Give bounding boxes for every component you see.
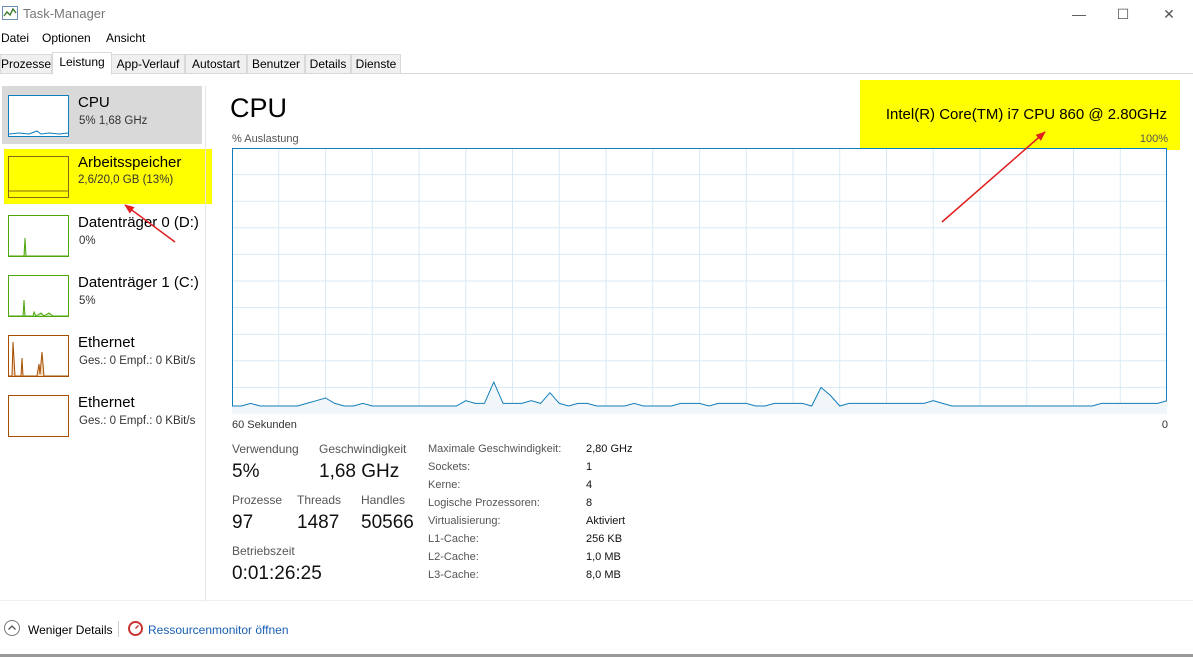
detail-value: 2,80 GHz — [586, 443, 633, 455]
sidebar-item-label: Ethernet — [78, 334, 135, 351]
sidebar-item-ethernet-2[interactable]: Ethernet Ges.: 0 Empf.: 0 KBit/s — [2, 386, 202, 444]
sidebar-item-label: Ethernet — [78, 394, 135, 411]
disk-1-thumbnail — [8, 275, 69, 317]
detail-label: Maximale Geschwindigkeit: — [428, 443, 562, 455]
processes-value: 97 — [232, 512, 254, 533]
page-title: CPU — [230, 93, 288, 123]
uptime-value: 0:01:26:25 — [232, 563, 322, 584]
sidebar-item-value: 0% — [79, 235, 96, 247]
sidebar-item-memory[interactable]: Arbeitsspeicher 2,6/20,0 GB (13%) — [4, 149, 212, 204]
speed-value: 1,68 GHz — [319, 461, 400, 482]
detail-label: L2-Cache: — [428, 551, 479, 563]
task-manager-app-icon — [2, 6, 18, 20]
sidebar-item-label: CPU — [78, 94, 110, 111]
detail-value: 1 — [586, 461, 593, 473]
sidebar-item-value: Ges.: 0 Empf.: 0 KBit/s — [79, 415, 196, 427]
detail-value: 256 KB — [586, 533, 623, 545]
processes-label: Prozesse — [232, 493, 283, 507]
sidebar-item-value: 5% — [79, 295, 96, 307]
maximize-icon: ☐ — [1116, 5, 1130, 22]
fewer-details-button[interactable]: Weniger Details — [28, 623, 112, 637]
detail-label: Kerne: — [428, 479, 461, 491]
detail-value: 8 — [586, 497, 593, 509]
handles-value: 50566 — [361, 512, 414, 533]
sidebar-item-value: Ges.: 0 Empf.: 0 KBit/s — [79, 355, 196, 367]
threads-value: 1487 — [297, 512, 340, 533]
open-resource-monitor-link[interactable]: Ressourcenmonitor öffnen — [148, 623, 289, 637]
sidebar-item-value: 5% 1,68 GHz — [79, 115, 148, 127]
resource-monitor-icon — [128, 621, 143, 636]
sidebar-item-label: Datenträger 1 (C:) — [78, 274, 199, 291]
sidebar-divider — [205, 86, 206, 602]
footer-divider — [0, 600, 1193, 601]
tab-benutzer[interactable]: Benutzer — [247, 54, 305, 74]
detail-value: Aktiviert — [586, 515, 626, 527]
uptime-label: Betriebszeit — [232, 544, 295, 558]
minimize-icon: — — [1072, 6, 1086, 22]
cpu-model-name: Intel(R) Core(TM) i7 CPU 860 @ 2.80GHz — [885, 106, 1167, 123]
menu-optionen[interactable]: Optionen — [42, 31, 91, 45]
cpu-thumbnail — [8, 95, 69, 137]
detail-value: 8,0 MB — [586, 569, 621, 581]
window-title: Task-Manager — [23, 6, 106, 21]
menu-ansicht[interactable]: Ansicht — [106, 31, 145, 45]
close-button[interactable]: ✕ — [1146, 2, 1192, 26]
cpu-utilization-chart — [232, 148, 1167, 414]
sidebar-item-cpu[interactable]: CPU 5% 1,68 GHz — [2, 86, 202, 144]
tab-leistung[interactable]: Leistung — [52, 52, 112, 75]
menu-datei[interactable]: Datei — [1, 31, 29, 45]
sidebar-item-ethernet-1[interactable]: Ethernet Ges.: 0 Empf.: 0 KBit/s — [2, 326, 202, 384]
ethernet-2-thumbnail — [8, 395, 69, 437]
utilization-label: % Auslastung — [232, 133, 299, 145]
sidebar-item-disk-0[interactable]: Datenträger 0 (D:) 0% — [2, 206, 202, 264]
memory-thumbnail — [8, 156, 69, 198]
detail-value: 4 — [586, 479, 593, 491]
sidebar-item-label: Arbeitsspeicher — [78, 154, 182, 171]
ethernet-1-thumbnail — [8, 335, 69, 377]
title-bar: Task-Manager — ☐ ✕ — [0, 0, 1193, 28]
threads-label: Threads — [297, 493, 342, 507]
chart-x-axis-start-label: 60 Sekunden — [232, 419, 297, 431]
close-icon: ✕ — [1163, 5, 1175, 22]
handles-label: Handles — [361, 493, 406, 507]
tab-prozesse[interactable]: Prozesse — [0, 54, 52, 74]
detail-label: Virtualisierung: — [428, 515, 501, 527]
detail-value: 1,0 MB — [586, 551, 621, 563]
sidebar-item-label: Datenträger 0 (D:) — [78, 214, 199, 231]
tab-app-verlauf[interactable]: App-Verlauf — [111, 54, 185, 74]
detail-label: L1-Cache: — [428, 533, 479, 545]
chart-x-axis-end-label: 0 — [1161, 419, 1168, 431]
tab-strip: Prozesse Leistung App-Verlauf Autostart … — [0, 52, 1193, 75]
minimize-button[interactable]: — — [1056, 2, 1102, 26]
sidebar-item-value: 2,6/20,0 GB (13%) — [78, 174, 174, 186]
tab-dienste[interactable]: Dienste — [351, 54, 401, 74]
maximize-button[interactable]: ☐ — [1100, 2, 1146, 26]
speed-label: Geschwindigkeit — [319, 442, 407, 456]
chevron-up-circle-icon[interactable] — [4, 620, 20, 636]
usage-value: 5% — [232, 461, 260, 482]
tab-autostart[interactable]: Autostart — [185, 54, 247, 74]
utilization-max-label: 100% — [1139, 133, 1168, 145]
tab-details[interactable]: Details — [305, 54, 351, 74]
detail-label: Sockets: — [428, 461, 471, 473]
sidebar-item-disk-1[interactable]: Datenträger 1 (C:) 5% — [2, 266, 202, 324]
detail-label: L3-Cache: — [428, 569, 479, 581]
detail-label: Logische Prozessoren: — [428, 497, 540, 509]
footer-separator — [118, 621, 119, 637]
disk-0-thumbnail — [8, 215, 69, 257]
usage-label: Verwendung — [232, 442, 299, 456]
